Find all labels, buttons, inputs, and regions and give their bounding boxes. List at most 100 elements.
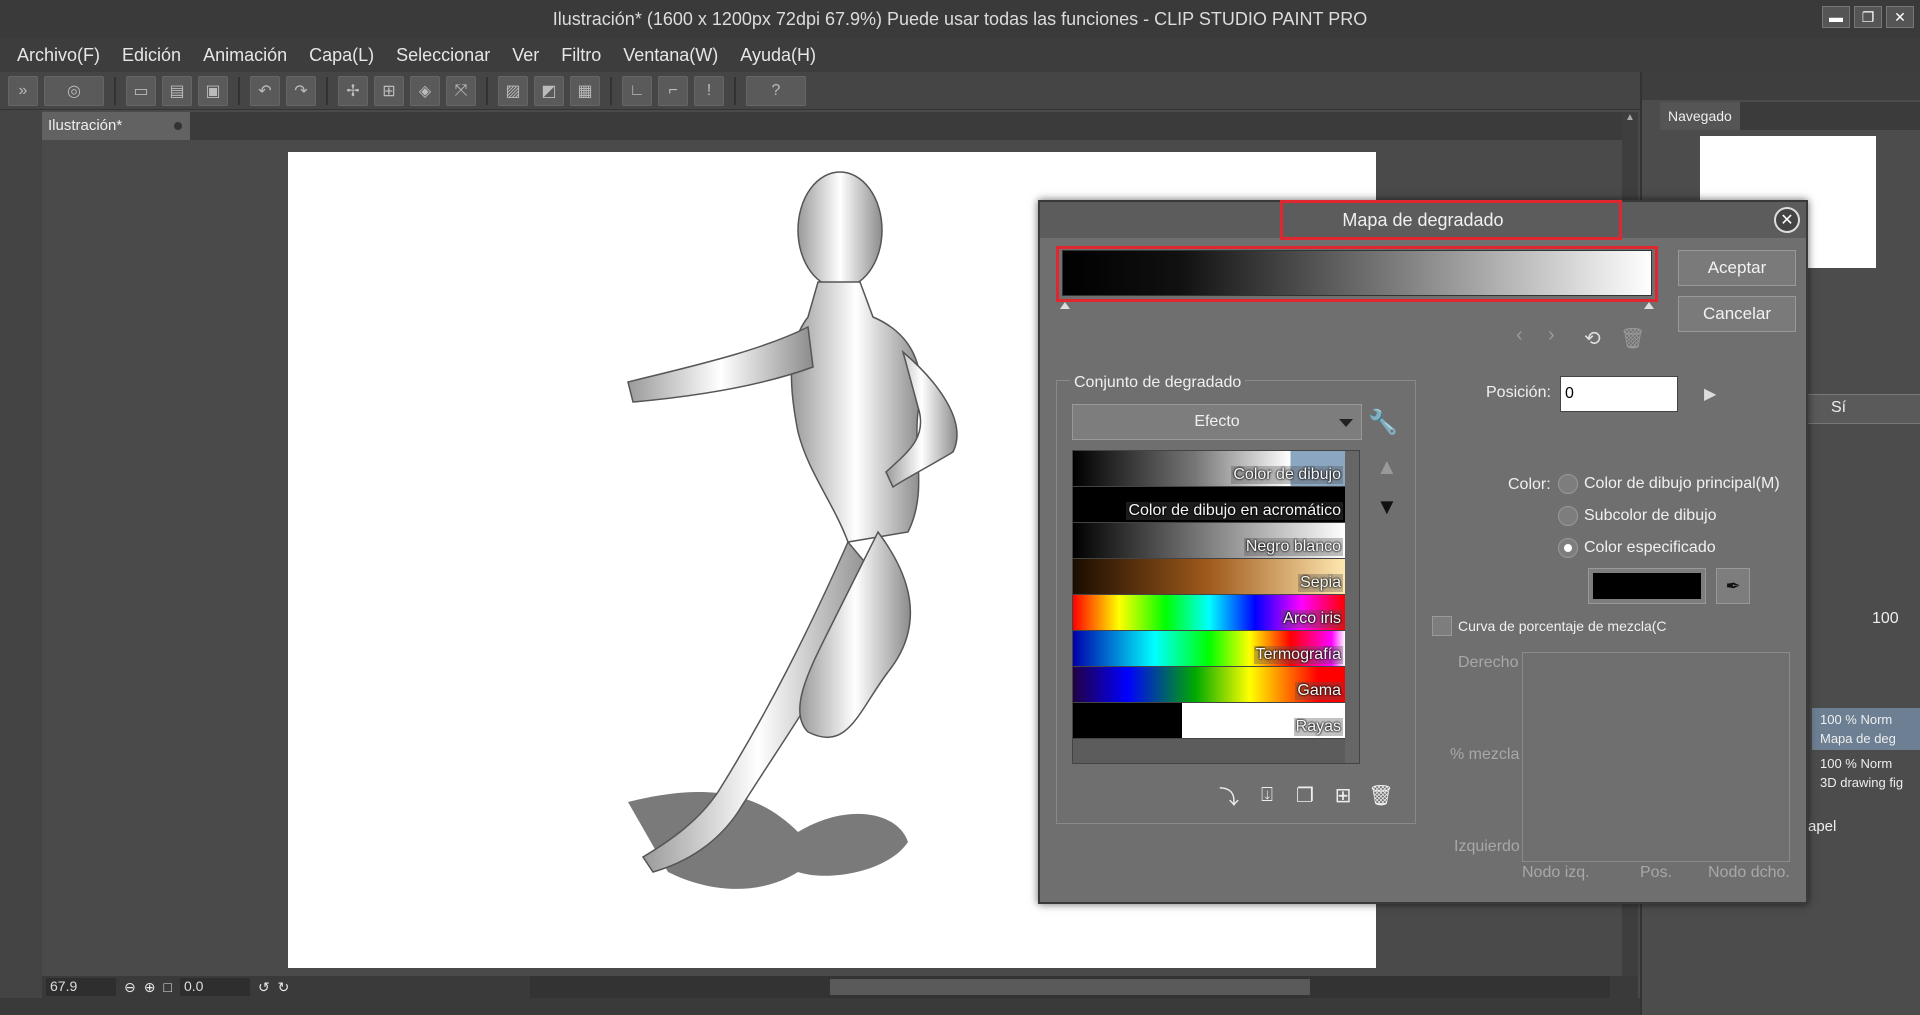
radio-label: Color de dibujo principal(M) xyxy=(1584,475,1780,492)
move-down-icon[interactable]: ▼ xyxy=(1376,494,1398,520)
fit-icon[interactable]: □ xyxy=(163,979,171,995)
transform-icon[interactable]: ⊞ xyxy=(374,75,404,106)
preset-label: Color de dibujo xyxy=(1231,466,1343,484)
blend-curve-graph[interactable] xyxy=(1522,652,1790,862)
swatch-fill xyxy=(1593,573,1701,599)
maximize-button[interactable]: ❐ xyxy=(1854,6,1882,28)
fill-icon[interactable]: ◈ xyxy=(410,75,440,106)
menu-filtro[interactable]: Filtro xyxy=(550,45,612,66)
layer-mode: 100 % Norm xyxy=(1820,712,1893,727)
clip-logo-icon[interactable]: ◎ xyxy=(44,75,104,106)
eyedropper-icon[interactable]: ✒ xyxy=(1716,568,1750,604)
toolbar-divider xyxy=(114,76,116,105)
radio-specified-color[interactable]: Color especificado xyxy=(1558,538,1716,558)
preset-row[interactable]: Color de dibujo xyxy=(1073,451,1345,487)
settings-wrench-icon[interactable]: 🔧 xyxy=(1368,408,1398,437)
menu-edicion[interactable]: Edición xyxy=(111,45,192,66)
paper-layer-label[interactable]: apel xyxy=(1808,818,1836,835)
invert-selection-icon[interactable]: ◩ xyxy=(534,75,564,106)
preset-label: Negro blanco xyxy=(1243,538,1343,556)
preset-row[interactable]: Color de dibujo en acromático xyxy=(1073,487,1345,523)
rotate-right-icon[interactable]: ↻ xyxy=(278,979,290,996)
import-preset-icon[interactable]: ⍗ xyxy=(1254,782,1280,808)
selection-icon[interactable]: ▨ xyxy=(498,75,528,106)
replace-preset-icon[interactable]: ⤵ xyxy=(1216,782,1242,809)
menu-ver[interactable]: Ver xyxy=(501,45,550,66)
close-icon[interactable]: ✕ xyxy=(1774,207,1800,233)
document-tab[interactable]: Ilustración* xyxy=(42,112,190,140)
pin-icon[interactable]: ! xyxy=(694,75,724,106)
zoom-field[interactable]: 67.9 xyxy=(46,978,116,996)
layer-row[interactable]: 100 % Norm Mapa de deg xyxy=(1812,708,1920,750)
radio-button-selected[interactable] xyxy=(1558,538,1578,558)
preset-row[interactable]: Termografía xyxy=(1073,631,1345,667)
unsaved-dot-icon xyxy=(174,122,182,130)
delete-preset-icon[interactable]: 🗑 xyxy=(1368,782,1394,808)
flip-gradient-icon[interactable]: ⟲ xyxy=(1584,326,1601,351)
specified-color-swatch[interactable] xyxy=(1588,568,1706,604)
document-tab-label: Ilustración* xyxy=(48,117,123,134)
curve-right-node-label: Nodo dcho. xyxy=(1708,864,1790,881)
scrollbar-thumb[interactable] xyxy=(830,979,1310,995)
preset-row[interactable]: Sepia xyxy=(1073,559,1345,595)
delete-node-icon[interactable]: 🗑 xyxy=(1620,326,1645,351)
preset-label: Sepia xyxy=(1298,574,1343,592)
open-icon[interactable]: ▤ xyxy=(162,75,192,106)
menu-archivo[interactable]: Archivo(F) xyxy=(6,45,111,66)
menu-seleccionar[interactable]: Seleccionar xyxy=(385,45,501,66)
preset-row[interactable]: Arco iris xyxy=(1073,595,1345,631)
redo-icon[interactable]: ↷ xyxy=(286,75,316,106)
command-bar: » ◎ ▭ ▤ ▣ ↶ ↷ ✢ ⊞ ◈ ⤧ ▨ ◩ ▦ ∟ ⌐ ! ? xyxy=(0,72,1640,110)
minimize-button[interactable]: ▬ xyxy=(1822,6,1850,28)
close-button[interactable]: ✕ xyxy=(1886,6,1914,28)
cancel-button[interactable]: Cancelar xyxy=(1678,296,1796,332)
menu-capa[interactable]: Capa(L) xyxy=(298,45,385,66)
menu-ventana[interactable]: Ventana(W) xyxy=(612,45,729,66)
new-icon[interactable]: ▭ xyxy=(126,75,156,106)
undo-icon[interactable]: ↶ xyxy=(250,75,280,106)
help-icon[interactable]: ? xyxy=(746,75,806,106)
preset-list-scrollbar[interactable] xyxy=(1345,451,1359,763)
radio-button[interactable] xyxy=(1558,506,1578,526)
next-node-icon[interactable]: › xyxy=(1548,324,1555,347)
preset-row[interactable]: Rayas xyxy=(1073,703,1345,739)
scroll-up-icon[interactable]: ▲ xyxy=(1622,112,1638,123)
rotate-left-icon[interactable]: ↺ xyxy=(258,979,270,996)
angle-field[interactable]: 0.0 xyxy=(179,978,250,996)
menu-animacion[interactable]: Animación xyxy=(192,45,298,66)
layer-opacity-value[interactable]: 100 xyxy=(1872,610,1899,628)
duplicate-preset-icon[interactable]: ❐ xyxy=(1292,782,1318,808)
ruler-icon[interactable]: ∟ xyxy=(622,75,652,106)
move-up-icon[interactable]: ▲ xyxy=(1376,454,1398,480)
add-preset-icon[interactable]: ⊞ xyxy=(1330,782,1356,808)
collapse-panel-icon[interactable]: » xyxy=(8,75,38,106)
position-input[interactable] xyxy=(1560,376,1678,412)
scale-icon[interactable]: ⤧ xyxy=(446,75,476,106)
position-arrow-icon[interactable]: ▶ xyxy=(1704,384,1716,404)
radio-sub-color[interactable]: Subcolor de dibujo xyxy=(1558,506,1717,526)
zoom-in-icon[interactable]: ⊕ xyxy=(144,979,156,996)
tab-navigator[interactable]: Navegado xyxy=(1660,102,1740,130)
zoom-out-icon[interactable]: ⊖ xyxy=(124,979,136,996)
accept-button[interactable]: Aceptar xyxy=(1678,250,1796,286)
preset-row[interactable]: Negro blanco xyxy=(1073,523,1345,559)
curve-left-node-label: Nodo izq. xyxy=(1522,864,1590,881)
previous-node-icon[interactable]: ‹ xyxy=(1516,324,1523,347)
snap-icon[interactable]: ⌐ xyxy=(658,75,688,106)
menu-ayuda[interactable]: Ayuda(H) xyxy=(729,45,827,66)
clear-icon[interactable]: ✢ xyxy=(338,75,368,106)
canvas-horizontal-scrollbar[interactable] xyxy=(530,976,1610,998)
gradient-set-label: Conjunto de degradado xyxy=(1070,374,1246,392)
right-panel-dropdown[interactable]: Sí xyxy=(1802,394,1920,424)
curve-checkbox[interactable] xyxy=(1432,616,1452,636)
gradient-preset-list: Color de dibujo Color de dibujo en acromá… xyxy=(1072,450,1360,764)
radio-button[interactable] xyxy=(1558,474,1578,494)
gradient-node-right[interactable] xyxy=(1644,302,1654,309)
show-selection-icon[interactable]: ▦ xyxy=(570,75,600,106)
layer-row[interactable]: 100 % Norm 3D drawing fig xyxy=(1812,752,1920,794)
gradient-set-dropdown[interactable]: Efecto xyxy=(1072,404,1362,440)
save-icon[interactable]: ▣ xyxy=(198,75,228,106)
gradient-node-left[interactable] xyxy=(1060,302,1070,309)
preset-row[interactable]: Gama xyxy=(1073,667,1345,703)
radio-main-color[interactable]: Color de dibujo principal(M) xyxy=(1558,474,1780,494)
